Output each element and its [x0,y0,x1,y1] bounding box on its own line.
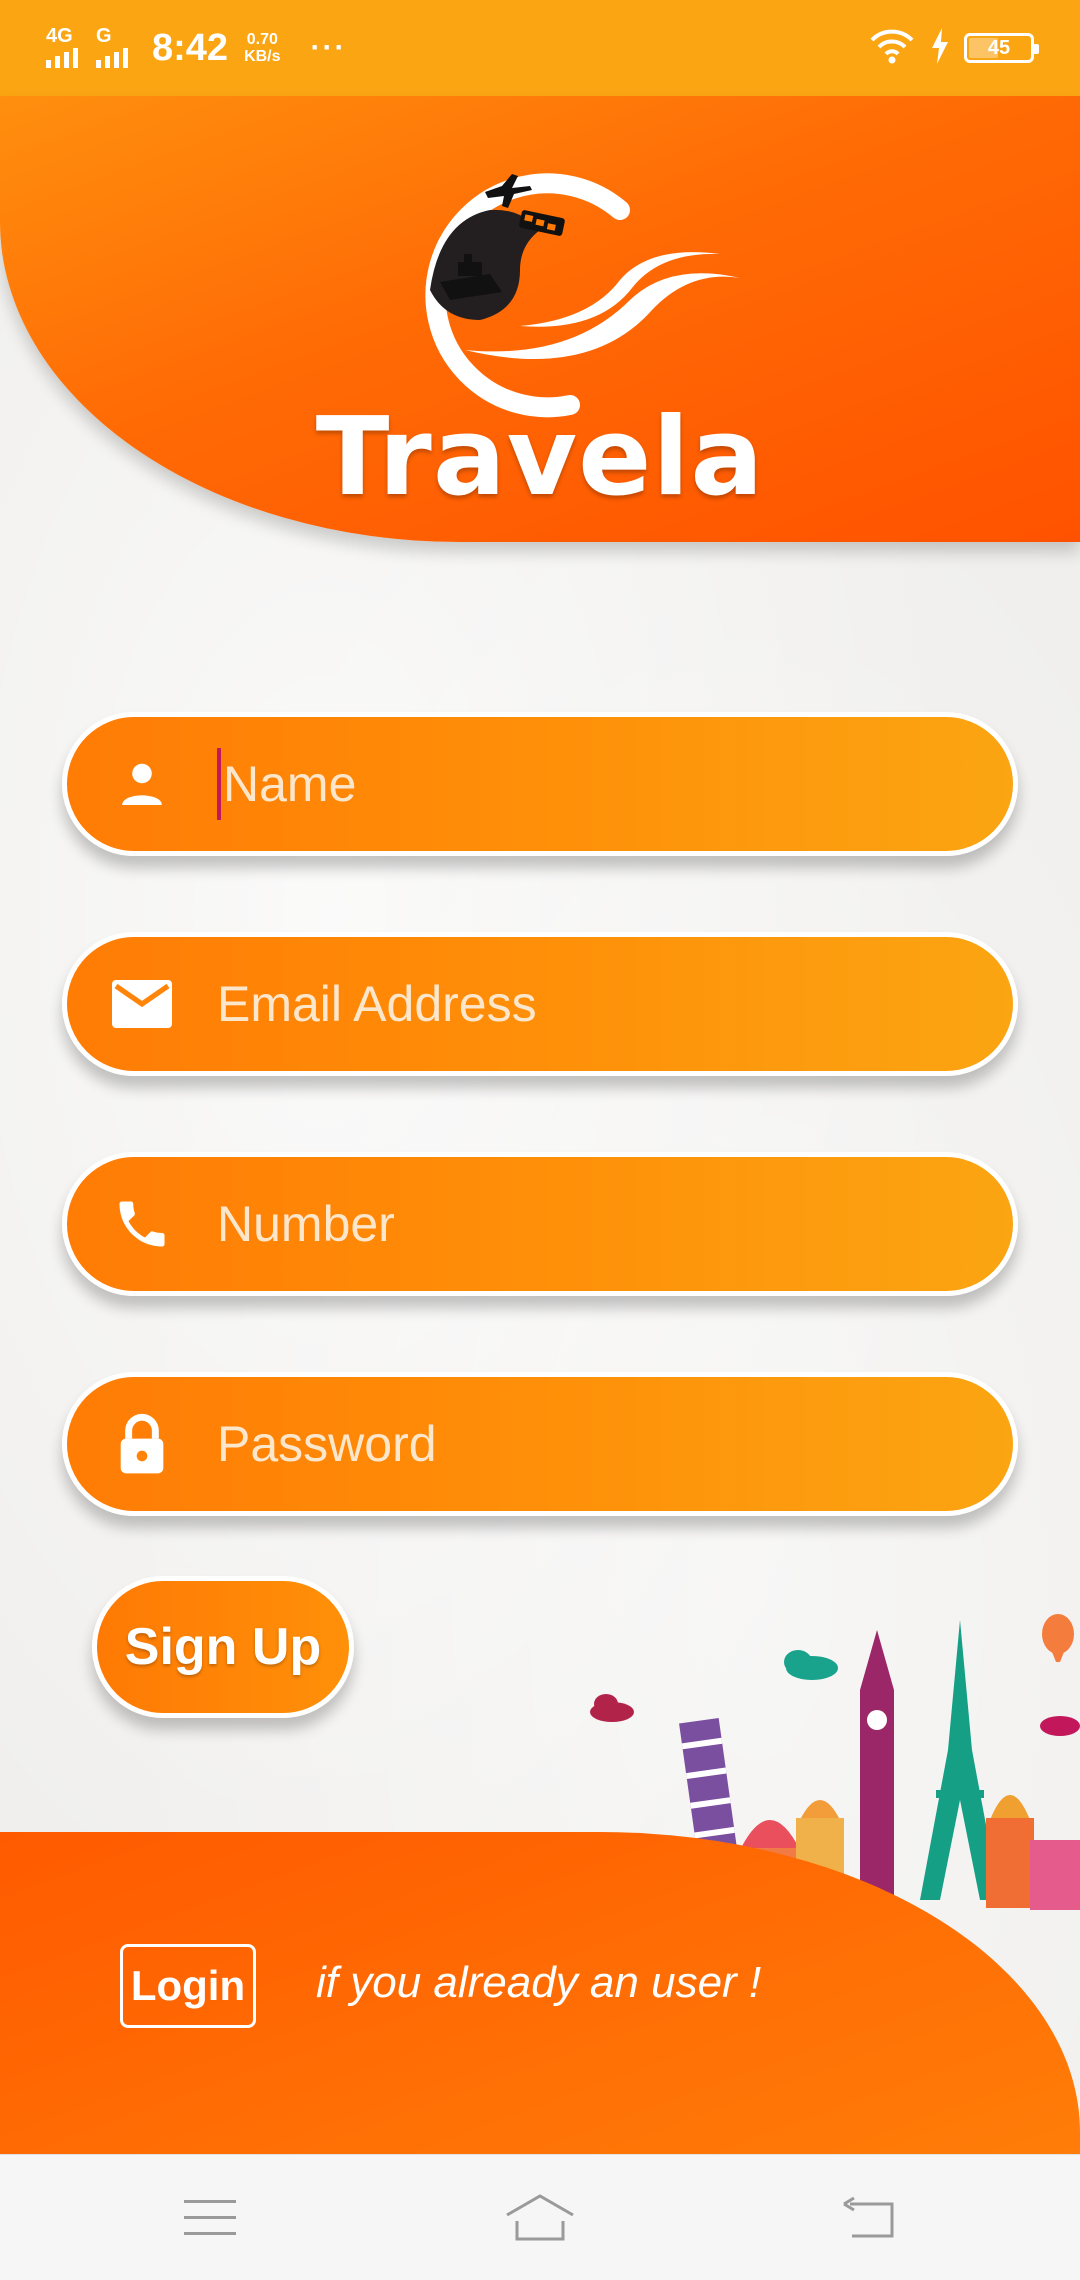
mail-icon [67,937,217,1071]
name-input[interactable] [223,717,1013,851]
wifi-icon [868,26,916,71]
back-icon[interactable] [830,2183,910,2253]
charging-icon [930,27,950,69]
login-hint-text: if you already an user ! [316,1958,762,2007]
net-speed-value: 0.70 [246,31,278,48]
text-cursor [217,748,221,820]
battery-icon: 45 [964,33,1039,63]
status-bar: 4G G 8:42 0.70 KB/s ··· 45 [0,0,1080,96]
network-label-g: G [96,25,112,47]
signal-4g-icon: 4G [46,24,86,72]
net-speed: 0.70 KB/s [244,31,280,65]
brand-title: Travela [315,395,765,520]
net-speed-unit: KB/s [244,48,281,65]
battery-level: 45 [987,36,1011,59]
login-button[interactable]: Login [120,1944,256,2028]
system-nav-bar [0,2154,1080,2280]
clock: 8:42 [152,26,229,69]
password-field[interactable] [62,1372,1018,1516]
name-field[interactable] [62,712,1018,856]
menu-icon[interactable] [170,2183,250,2253]
home-icon[interactable] [500,2183,580,2253]
password-input[interactable] [217,1377,1013,1511]
email-input[interactable] [217,937,1013,1071]
number-input[interactable] [217,1157,1013,1291]
signal-g-icon: G [96,24,136,72]
number-field[interactable] [62,1152,1018,1296]
phone-icon [67,1157,217,1291]
email-field[interactable] [62,932,1018,1076]
person-icon [67,717,217,851]
network-label-4g: 4G [46,25,73,47]
sign-up-button[interactable]: Sign Up [92,1576,354,1718]
more-notifications-icon: ··· [310,31,347,64]
travel-logo-icon [370,150,750,420]
lock-icon [67,1377,217,1511]
